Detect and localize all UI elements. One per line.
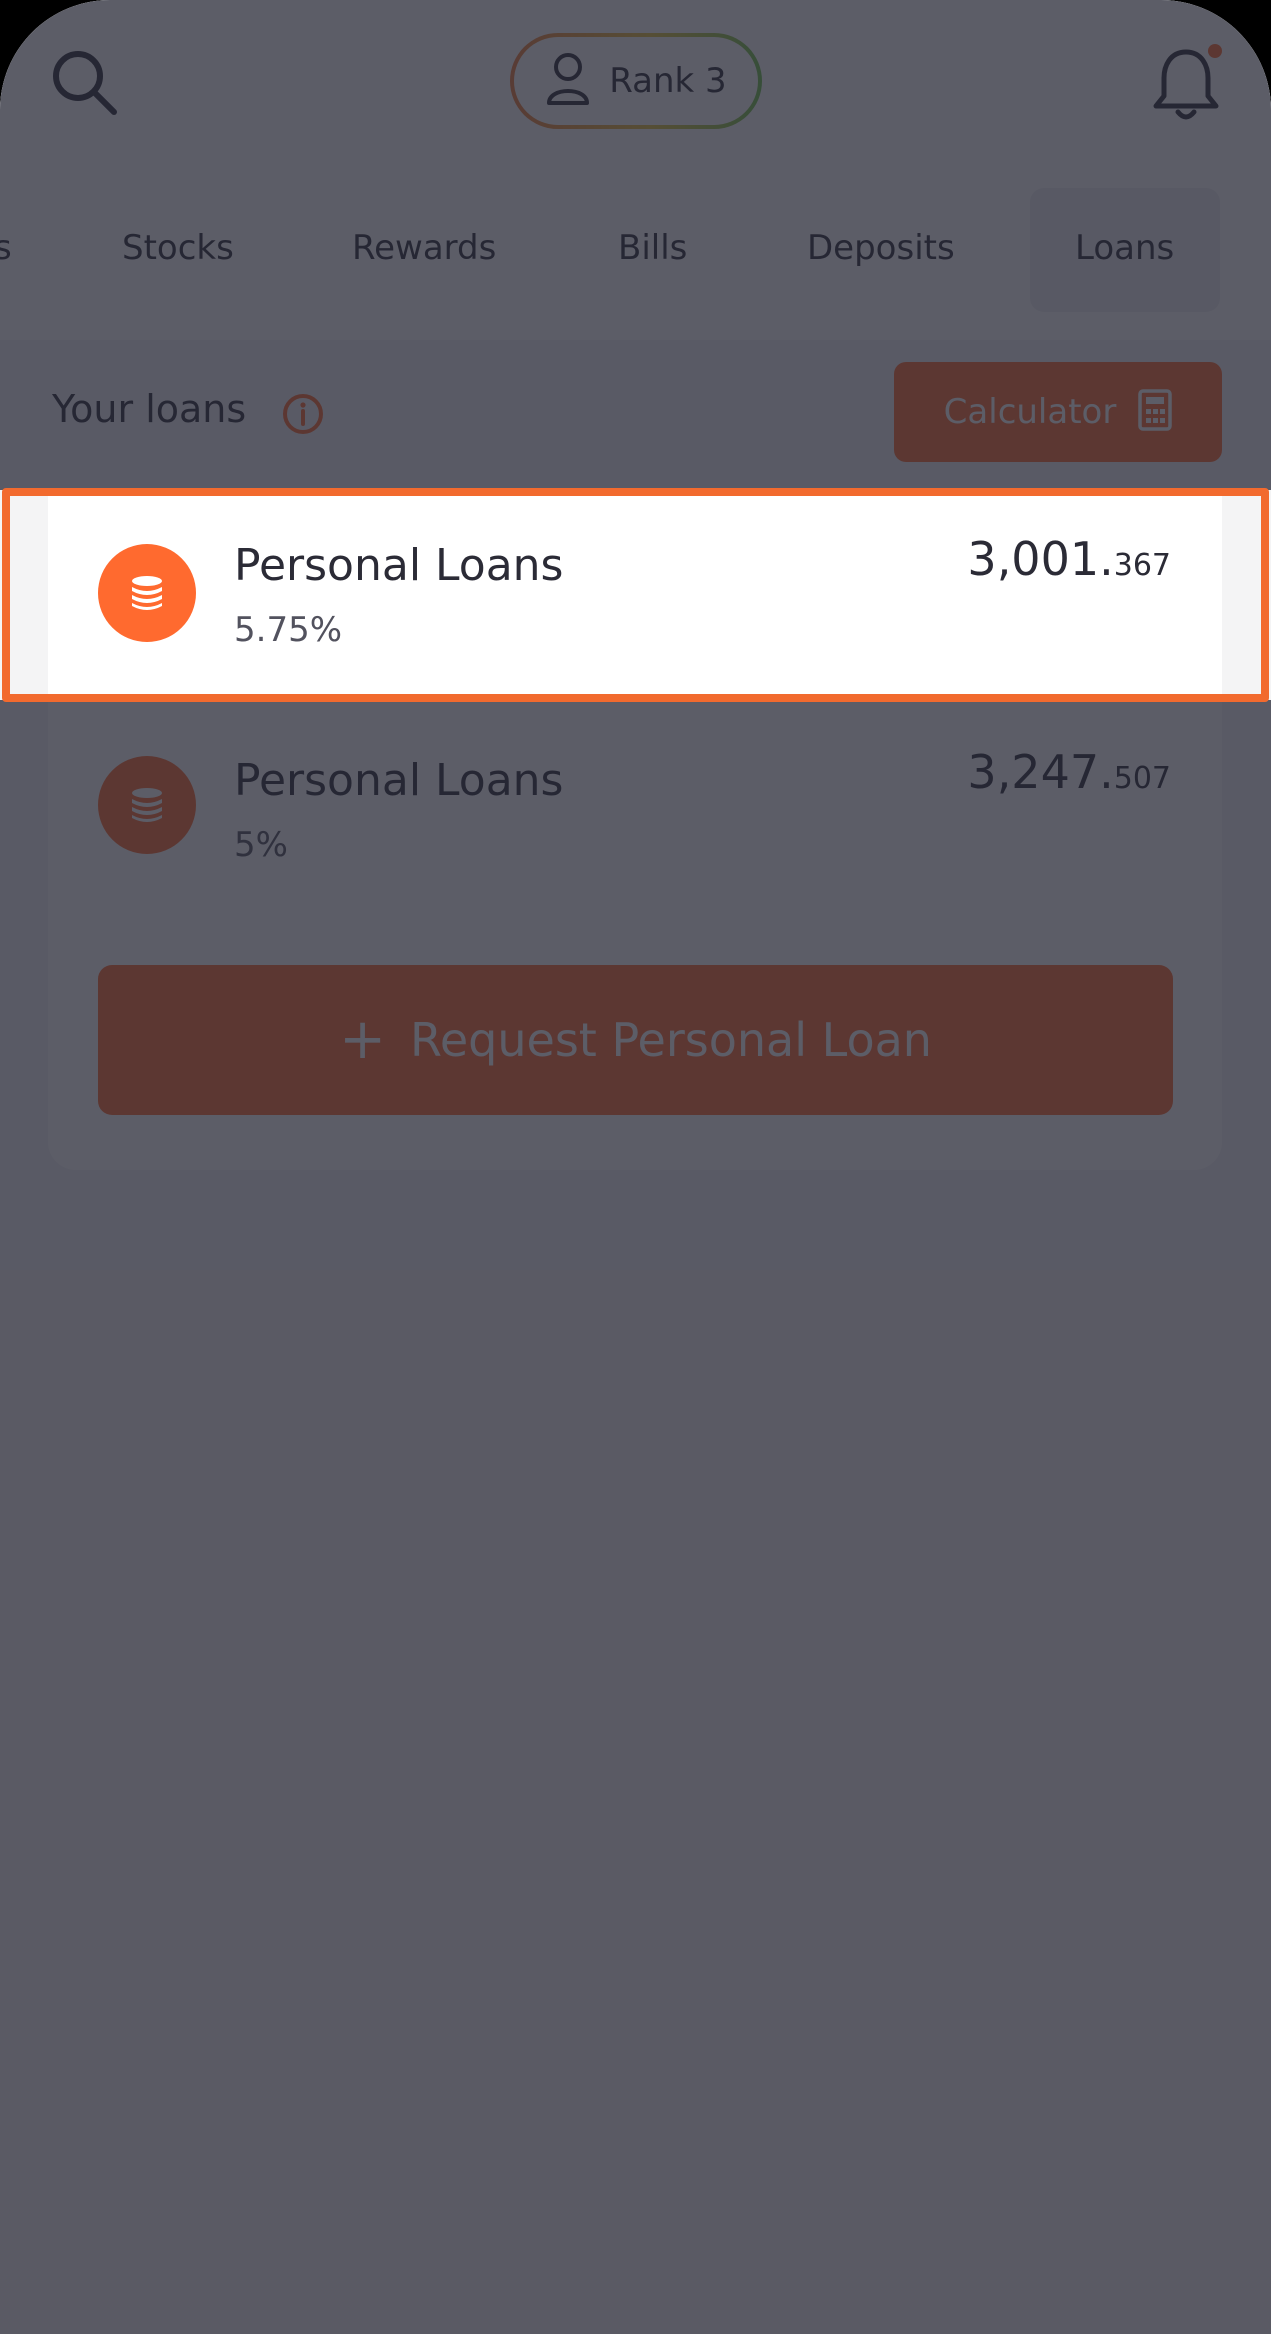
search-icon[interactable] (50, 48, 120, 118)
tab-partial[interactable]: s (0, 228, 12, 268)
tab-rewards[interactable]: Rewards (352, 228, 496, 268)
calculator-icon (1138, 389, 1173, 435)
calculator-label: Calculator (943, 392, 1117, 432)
loan-item-highlighted[interactable]: Personal Loans 5.75% 3,001.367 (0, 490, 1271, 700)
loan-amount-decimal: 367 (1113, 548, 1171, 583)
tab-bills[interactable]: Bills (618, 228, 687, 268)
rank-label: Rank 3 (609, 61, 727, 101)
loan-amount: 3,001.367 (967, 532, 1171, 586)
tab-stocks[interactable]: Stocks (122, 228, 234, 268)
request-loan-button[interactable]: + Request Personal Loan (98, 965, 1173, 1115)
loan-item[interactable]: Personal Loans 5% 3,247.507 (0, 700, 1271, 910)
tab-deposits[interactable]: Deposits (807, 228, 955, 268)
tab-loans[interactable]: Loans (1075, 228, 1174, 268)
rank-badge[interactable]: Rank 3 (510, 33, 762, 129)
loan-rate: 5.75% (234, 610, 343, 650)
loan-name: Personal Loans (234, 755, 564, 806)
app-screen: Rank 3 s Stocks Rewards Bills Deposits L… (0, 0, 1271, 2334)
coins-icon (98, 756, 196, 854)
loan-amount: 3,247.507 (967, 745, 1171, 799)
request-loan-label: Request Personal Loan (409, 1013, 932, 1067)
section-title: Your loans (52, 387, 247, 431)
loan-amount-integer: 3,001. (967, 532, 1114, 586)
calculator-button[interactable]: Calculator (894, 362, 1222, 462)
user-icon (545, 51, 591, 111)
loan-name: Personal Loans (234, 540, 564, 591)
info-icon[interactable] (282, 393, 324, 435)
loan-amount-decimal: 507 (1113, 761, 1171, 796)
loan-rate: 5% (234, 825, 288, 865)
coins-icon (98, 544, 196, 642)
notification-dot (1208, 44, 1222, 58)
plus-icon: + (339, 1007, 386, 1072)
loan-amount-integer: 3,247. (967, 745, 1114, 799)
